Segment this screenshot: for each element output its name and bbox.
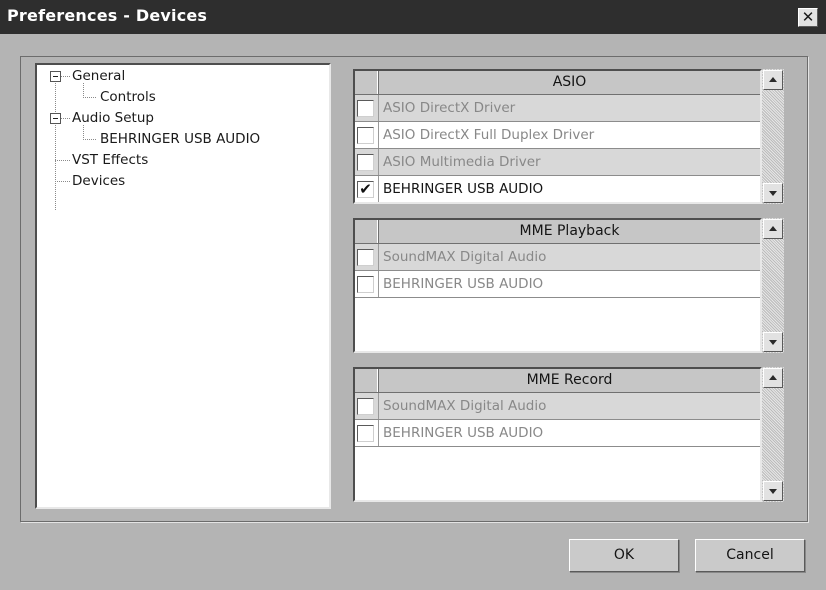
mme-record-row[interactable]: SoundMAX Digital Audio	[355, 393, 760, 420]
column-separator	[378, 393, 379, 419]
mme-playback-row[interactable]: BEHRINGER USB AUDIO	[355, 271, 760, 298]
scroll-up-button[interactable]	[763, 70, 783, 90]
header-check-column	[355, 71, 379, 94]
mme-record-scrollbar[interactable]	[762, 367, 784, 502]
tree-item-general[interactable]: General	[72, 68, 125, 84]
close-icon: ✕	[801, 8, 815, 26]
tree-item-controls[interactable]: Controls	[100, 89, 156, 105]
asio-row[interactable]: ASIO DirectX Driver	[355, 95, 760, 122]
cancel-button[interactable]: Cancel	[695, 539, 805, 572]
scroll-up-button[interactable]	[763, 368, 783, 388]
mme-record-row-label: BEHRINGER USB AUDIO	[383, 425, 544, 441]
asio-row-label: ASIO Multimedia Driver	[383, 154, 541, 170]
tree-item-devices[interactable]: Devices	[72, 173, 125, 189]
scroll-up-button[interactable]	[763, 219, 783, 239]
mme-playback-behringer-checkbox[interactable]	[357, 276, 374, 293]
mme-playback-header: MME Playback	[355, 220, 760, 244]
mme-record-header: MME Record	[355, 369, 760, 393]
scroll-down-button[interactable]	[763, 481, 783, 501]
asio-header: ASIO	[355, 71, 760, 95]
scroll-down-arrow-icon	[769, 340, 777, 345]
tree-item-behringer-usb-audio[interactable]: BEHRINGER USB AUDIO	[100, 131, 260, 147]
scroll-up-arrow-icon	[769, 77, 777, 82]
scroll-down-arrow-icon	[769, 191, 777, 196]
header-check-column	[355, 220, 379, 243]
title-bar: Preferences - Devices ✕	[0, 0, 826, 34]
asio-row-label: ASIO DirectX Full Duplex Driver	[383, 127, 595, 143]
tree-item-vst-effects[interactable]: VST Effects	[72, 152, 148, 168]
scroll-up-arrow-icon	[769, 226, 777, 231]
mme-record-row-label: SoundMAX Digital Audio	[383, 398, 547, 414]
mme-playback-soundmax-checkbox[interactable]	[357, 249, 374, 266]
mme-record-soundmax-checkbox[interactable]	[357, 398, 374, 415]
asio-row[interactable]: ASIO Multimedia Driver	[355, 149, 760, 176]
mme-playback-scrollbar[interactable]	[762, 218, 784, 353]
scroll-down-button[interactable]	[763, 332, 783, 352]
close-button[interactable]: ✕	[798, 8, 818, 27]
tree-expander-minus-icon[interactable]	[50, 113, 61, 124]
dialog-client-area: General Controls Audio Setup BEHRINGER U…	[0, 34, 826, 590]
scroll-up-arrow-icon	[769, 375, 777, 380]
asio-row[interactable]: ASIO DirectX Full Duplex Driver	[355, 122, 760, 149]
asio-row-label: ASIO DirectX Driver	[383, 100, 516, 116]
mme-record-device-list: MME Record SoundMAX Digital Audio BEHRIN…	[353, 367, 762, 502]
asio-directx-checkbox[interactable]	[357, 100, 374, 117]
asio-behringer-checkbox[interactable]: ✔	[357, 181, 374, 198]
mme-playback-row[interactable]: SoundMAX Digital Audio	[355, 244, 760, 271]
mme-record-header-title: MME Record	[526, 372, 613, 388]
asio-directx-full-duplex-checkbox[interactable]	[357, 127, 374, 144]
scroll-down-button[interactable]	[763, 183, 783, 203]
mme-playback-device-list: MME Playback SoundMAX Digital Audio BEHR…	[353, 218, 762, 353]
asio-row-label: BEHRINGER USB AUDIO	[383, 181, 544, 197]
window-title: Preferences - Devices	[7, 6, 208, 25]
mme-playback-row-label: BEHRINGER USB AUDIO	[383, 276, 544, 292]
checkmark-icon: ✔	[359, 180, 372, 198]
column-separator	[378, 149, 379, 175]
tree-item-audio-setup[interactable]: Audio Setup	[72, 110, 154, 126]
preferences-tree[interactable]: General Controls Audio Setup BEHRINGER U…	[35, 63, 331, 509]
column-separator	[378, 122, 379, 148]
asio-scrollbar[interactable]	[762, 69, 784, 204]
tree-expander-minus-icon[interactable]	[50, 71, 61, 82]
asio-header-title: ASIO	[552, 74, 587, 90]
ok-button[interactable]: OK	[569, 539, 679, 572]
asio-multimedia-checkbox[interactable]	[357, 154, 374, 171]
mme-playback-header-title: MME Playback	[519, 223, 620, 239]
asio-row[interactable]: ✔ BEHRINGER USB AUDIO	[355, 176, 760, 202]
column-separator	[378, 271, 379, 297]
mme-record-row[interactable]: BEHRINGER USB AUDIO	[355, 420, 760, 447]
asio-device-list: ASIO ASIO DirectX Driver ASIO DirectX Fu…	[353, 69, 762, 204]
column-separator	[378, 176, 379, 202]
column-separator	[378, 420, 379, 446]
header-check-column	[355, 369, 379, 392]
column-separator	[378, 244, 379, 270]
mme-record-behringer-checkbox[interactable]	[357, 425, 374, 442]
mme-playback-row-label: SoundMAX Digital Audio	[383, 249, 547, 265]
column-separator	[378, 95, 379, 121]
scroll-down-arrow-icon	[769, 489, 777, 494]
